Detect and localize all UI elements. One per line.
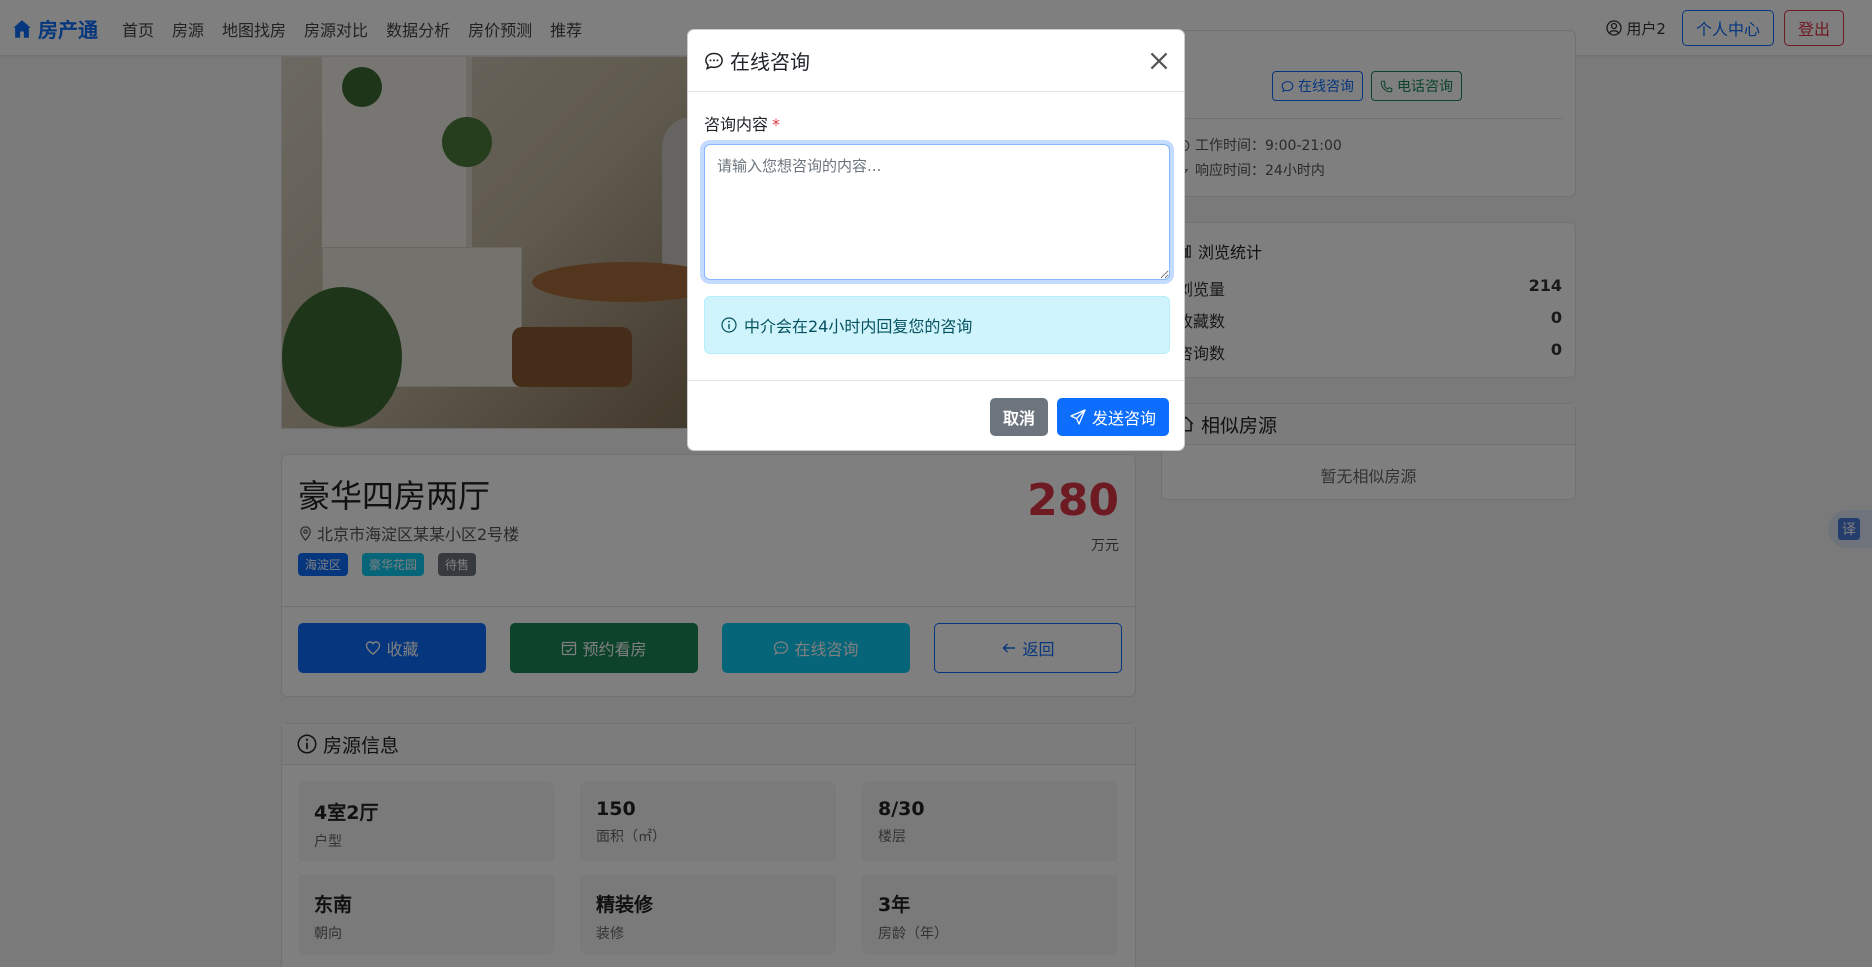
info-alert: 中介会在24小时内回复您的咨询 bbox=[704, 296, 1170, 354]
modal-title: 在线咨询 bbox=[704, 46, 810, 75]
cancel-button[interactable]: 取消 bbox=[989, 397, 1048, 436]
consult-content-textarea[interactable] bbox=[704, 144, 1170, 280]
info-circle-icon bbox=[721, 317, 737, 333]
consult-content-label: 咨询内容 * bbox=[704, 111, 1170, 135]
chat-dots-icon bbox=[705, 52, 723, 70]
send-consult-label: 发送咨询 bbox=[1091, 408, 1156, 428]
send-consult-button[interactable]: 发送咨询 bbox=[1056, 397, 1169, 436]
modal-title-text: 在线咨询 bbox=[730, 50, 810, 74]
modal-footer: 取消 发送咨询 bbox=[688, 380, 1184, 452]
required-mark: * bbox=[772, 115, 781, 134]
consult-modal: 在线咨询 咨询内容* 中介会在24小时内回复您的咨询 取消 发送咨询 bbox=[687, 29, 1185, 451]
send-icon bbox=[1070, 408, 1086, 425]
consult-content-label-text: 咨询内容 bbox=[704, 115, 769, 134]
close-icon[interactable] bbox=[1148, 50, 1170, 72]
info-alert-text: 中介会在24小时内回复您的咨询 bbox=[744, 317, 973, 336]
modal-header: 在线咨询 bbox=[688, 30, 1184, 92]
modal-body: 咨询内容* 中介会在24小时内回复您的咨询 bbox=[704, 111, 1170, 354]
